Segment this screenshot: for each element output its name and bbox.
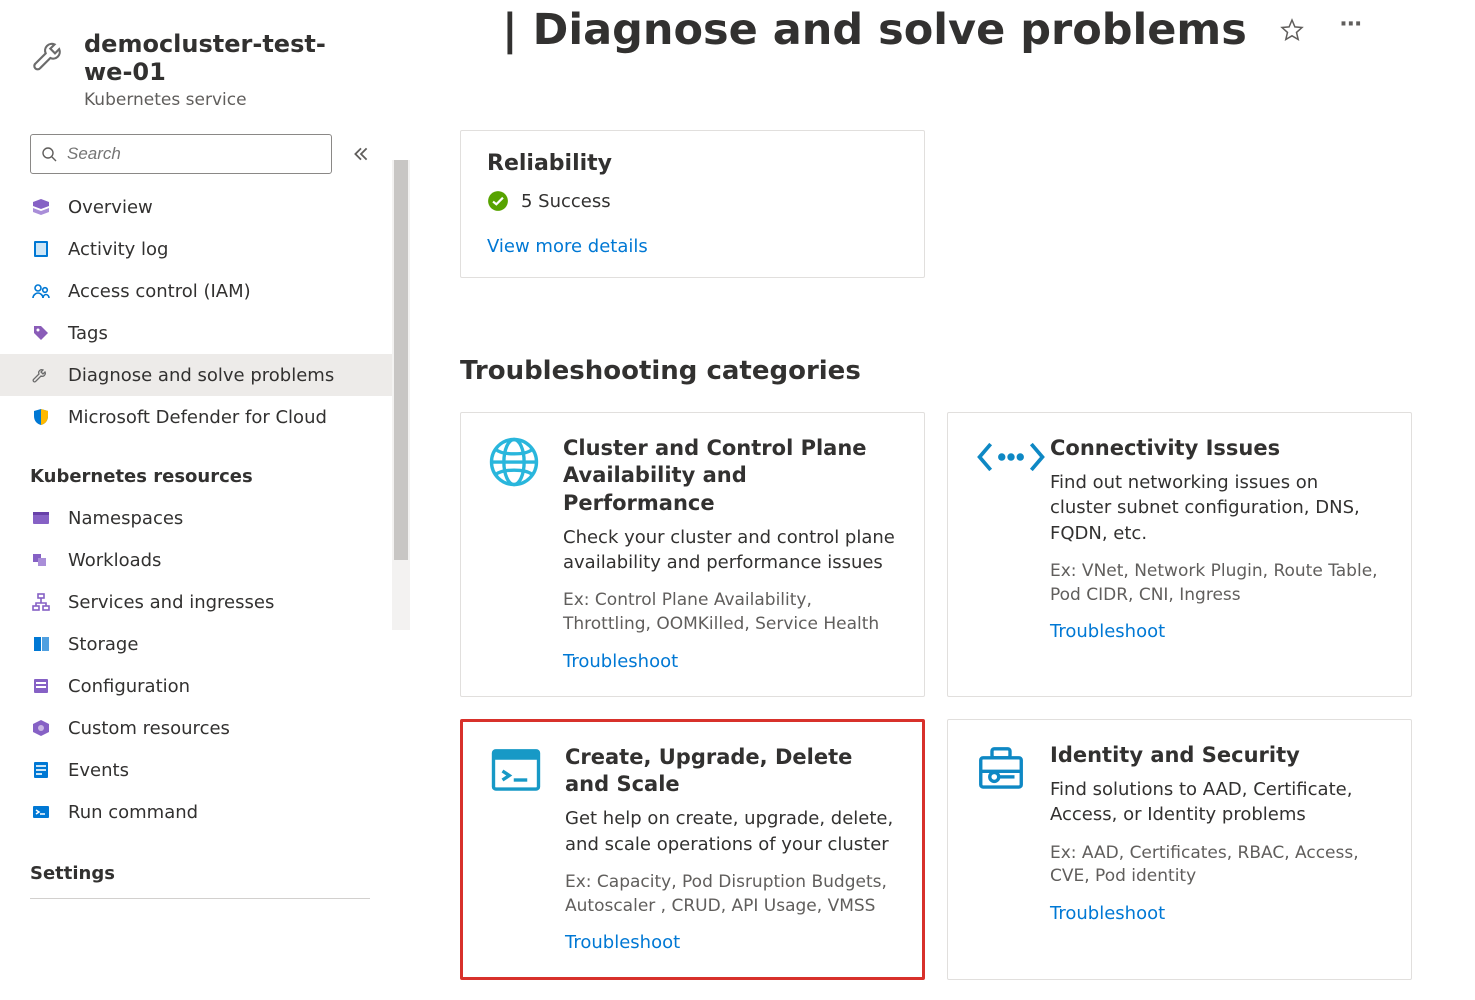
sidebar-item-microsoft-defender-for-cloud[interactable]: Microsoft Defender for Cloud [0,396,400,438]
svc-icon [30,591,52,613]
storage-icon [30,633,52,655]
collapse-sidebar-icon[interactable] [352,145,370,163]
category-card-connectivity-issues: Connectivity Issues Find out networking i… [947,412,1412,697]
category-examples: Ex: AAD, Certificates, RBAC, Access, CVE… [1050,842,1385,890]
tag-icon [30,322,52,344]
terminal-icon [489,744,543,954]
people-icon [30,280,52,302]
shield-icon [30,406,52,428]
nav-item-label: Storage [68,634,138,655]
sidebar-item-diagnose-and-solve-problems[interactable]: Diagnose and solve problems [0,354,400,396]
nav-item-label: Access control (IAM) [68,281,251,302]
reliability-title: Reliability [487,151,898,176]
sidebar-item-custom-resources[interactable]: Custom resources [0,707,400,749]
more-icon[interactable]: ⋯ [1337,9,1367,39]
search-input-container[interactable] [30,134,332,174]
category-description: Get help on create, upgrade, delete, and… [565,806,896,856]
nav-item-label: Namespaces [68,508,183,529]
nav-item-label: Microsoft Defender for Cloud [68,407,327,428]
category-title: Cluster and Control Plane Availability a… [563,435,898,517]
settings-section-label: Settings [0,833,400,892]
search-input[interactable] [65,143,321,165]
sidebar-scrollbar[interactable] [392,160,410,630]
wrench-icon [30,364,52,386]
scrollbar-thumb[interactable] [394,160,408,560]
category-card-identity-and-security: Identity and Security Find solutions to A… [947,719,1412,981]
search-icon [41,146,57,162]
aks-icon [30,196,52,218]
nav-item-label: Run command [68,802,198,823]
log-icon [30,238,52,260]
category-examples: Ex: Capacity, Pod Disruption Budgets, Au… [565,871,896,919]
sidebar-item-events[interactable]: Events [0,749,400,791]
resources-section-label: Kubernetes resources [0,438,400,497]
troubleshoot-link[interactable]: Troubleshoot [1050,903,1165,924]
sidebar-item-storage[interactable]: Storage [0,623,400,665]
sidebar-item-run-command[interactable]: Run command [0,791,400,833]
nav-item-label: Activity log [68,239,168,260]
favorite-star-icon[interactable] [1277,15,1307,45]
workload-icon [30,549,52,571]
cluster-subtitle: Kubernetes service [84,90,370,110]
custom-icon [30,717,52,739]
events-icon [30,759,52,781]
category-title: Connectivity Issues [1050,435,1385,462]
reliability-status: 5 Success [521,191,611,212]
toolbox-icon [974,742,1028,956]
sidebar: democluster-test-we-01 Kubernetes servic… [0,0,400,1000]
category-title: Identity and Security [1050,742,1385,769]
sidebar-item-namespaces[interactable]: Namespaces [0,497,400,539]
category-examples: Ex: VNet, Network Plugin, Route Table, P… [1050,560,1385,608]
nav-item-label: Overview [68,197,153,218]
category-examples: Ex: Control Plane Availability, Throttli… [563,589,898,637]
sidebar-item-access-control-iam[interactable]: Access control (IAM) [0,270,400,312]
nav-item-label: Services and ingresses [68,592,274,613]
troubleshoot-link[interactable]: Troubleshoot [1050,621,1165,642]
nav-item-label: Tags [68,323,108,344]
category-card-cluster-and-control-plane-availability-and-performance: Cluster and Control Plane Availability a… [460,412,925,697]
ns-icon [30,507,52,529]
run-icon [30,801,52,823]
wrench-icon [30,34,70,74]
nav-item-label: Events [68,760,129,781]
sidebar-item-tags[interactable]: Tags [0,312,400,354]
cluster-name: democluster-test-we-01 [84,30,370,86]
category-description: Find solutions to AAD, Certificate, Acce… [1050,777,1385,827]
success-check-icon [487,190,509,212]
page-title: | Diagnose and solve problems [502,5,1247,55]
nav-item-label: Diagnose and solve problems [68,365,334,386]
troubleshoot-link[interactable]: Troubleshoot [565,932,680,953]
category-description: Find out networking issues on cluster su… [1050,470,1385,546]
category-title: Create, Upgrade, Delete and Scale [565,744,896,799]
sidebar-item-activity-log[interactable]: Activity log [0,228,400,270]
sidebar-item-overview[interactable]: Overview [0,186,400,228]
connectivity-icon [974,435,1028,672]
globe-icon [487,435,541,672]
category-card-create-upgrade-delete-and-scale: Create, Upgrade, Delete and Scale Get hel… [460,719,925,981]
category-description: Check your cluster and control plane ava… [563,525,898,575]
nav-item-label: Workloads [68,550,161,571]
sidebar-item-workloads[interactable]: Workloads [0,539,400,581]
settings-divider [30,898,370,899]
sidebar-item-services-and-ingresses[interactable]: Services and ingresses [0,581,400,623]
sidebar-item-configuration[interactable]: Configuration [0,665,400,707]
view-more-details-link[interactable]: View more details [487,236,648,257]
config-icon [30,675,52,697]
categories-heading: Troubleshooting categories [460,356,1445,386]
troubleshoot-link[interactable]: Troubleshoot [563,651,678,672]
reliability-card: Reliability 5 Success View more details [460,130,925,278]
nav-item-label: Configuration [68,676,190,697]
nav-item-label: Custom resources [68,718,230,739]
